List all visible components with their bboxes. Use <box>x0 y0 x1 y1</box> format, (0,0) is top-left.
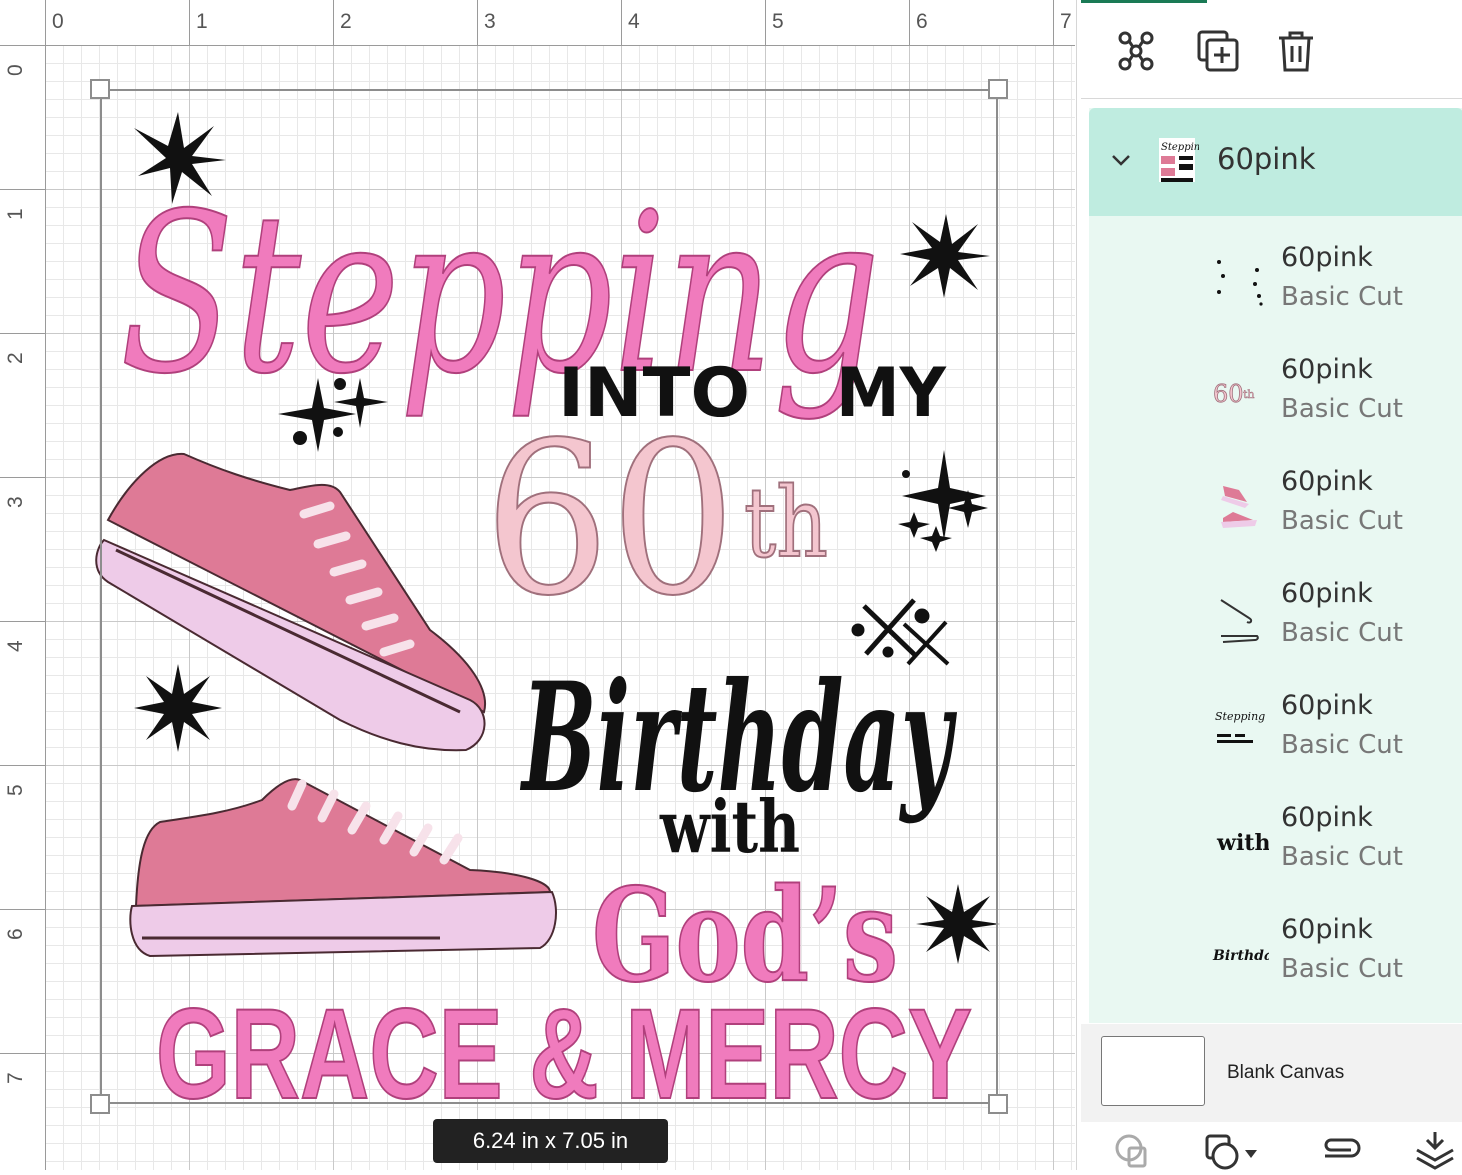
layer-operation: Basic Cut <box>1281 954 1403 984</box>
flatten-button[interactable] <box>1413 1130 1457 1170</box>
combine-icon <box>1205 1134 1257 1170</box>
duplicate-icon <box>1197 30 1239 72</box>
with-thumbnail-text: with <box>1216 830 1269 856</box>
chevron-down-icon[interactable] <box>1109 148 1133 172</box>
blank-canvas-swatch[interactable] <box>1101 1036 1205 1106</box>
svg-text:60: 60 <box>1213 380 1244 408</box>
group-thumbnail-icon: Stepping <box>1159 138 1199 182</box>
duplicate-button[interactable] <box>1195 28 1241 74</box>
resize-handle-bottom-left[interactable] <box>90 1094 110 1114</box>
layer-operation: Basic Cut <box>1281 282 1403 312</box>
combine-button[interactable] <box>1201 1130 1265 1170</box>
delete-button[interactable] <box>1273 28 1319 74</box>
layers-panel: Stepping 60pink 60pink Basic Cut 60 th 6… <box>1076 0 1462 1170</box>
layer-operation: Basic Cut <box>1281 730 1403 760</box>
size-readout: 6.24 in x 7.05 in <box>433 1119 668 1163</box>
attach-button[interactable] <box>1317 1130 1365 1170</box>
layer-operation: Basic Cut <box>1281 506 1403 536</box>
layer-name: 60pink <box>1281 466 1373 497</box>
layer-name: 60pink <box>1281 802 1373 833</box>
layer-name: 60pink <box>1281 914 1373 945</box>
svg-text:Stepping: Stepping <box>1161 142 1199 153</box>
layer-operation: Basic Cut <box>1281 618 1403 648</box>
birthday-thumbnail-icon: Birthday <box>1212 948 1269 964</box>
layer-operation: Basic Cut <box>1281 394 1403 424</box>
shoes-thumbnail-icon <box>1221 486 1257 528</box>
layer-item[interactable]: 60pink Basic Cut <box>1089 226 1462 338</box>
layer-item[interactable]: 60pink Basic Cut <box>1089 562 1462 674</box>
laces-thumbnail-icon <box>1220 599 1259 643</box>
layer-group-row[interactable]: Stepping 60pink <box>1089 108 1462 216</box>
bottom-toolbar <box>1077 1124 1462 1170</box>
resize-handle-top-right[interactable] <box>988 79 1008 99</box>
layers-toolbar <box>1077 18 1462 88</box>
layer-item[interactable]: with 60pink Basic Cut <box>1089 786 1462 898</box>
resize-handle-top-left[interactable] <box>90 79 110 99</box>
delete-icon <box>1279 31 1313 72</box>
flatten-icon <box>1416 1132 1454 1170</box>
layer-item[interactable]: 60pink Basic Cut <box>1089 450 1462 562</box>
blank-canvas-row[interactable]: Blank Canvas <box>1081 1024 1462 1122</box>
resize-handle-bottom-right[interactable] <box>988 1094 1008 1114</box>
layer-item[interactable]: Birthday 60pink Basic Cut <box>1089 898 1462 1010</box>
design-canvas[interactable]: 0 1 2 3 4 5 6 7 0 1 2 3 4 5 6 7 Stepping… <box>0 0 1075 1170</box>
with-thumbnail-icon: with <box>1216 830 1269 856</box>
layer-name: 60pink <box>1281 578 1373 609</box>
slice-button[interactable] <box>1111 1130 1155 1170</box>
layer-name: 60pink <box>1281 690 1373 721</box>
selection-bounding-box[interactable] <box>100 89 998 1104</box>
text-thumbnail-icon: Stepping <box>1215 710 1265 743</box>
svg-text:Stepping: Stepping <box>1215 710 1265 723</box>
layer-group-name: 60pink <box>1217 142 1316 176</box>
layer-name: 60pink <box>1281 354 1373 385</box>
svg-text:Birthday: Birthday <box>1212 948 1269 964</box>
layer-item[interactable]: 60 th 60pink Basic Cut <box>1089 338 1462 450</box>
group-button[interactable] <box>1113 28 1159 74</box>
group-icon <box>1118 31 1154 71</box>
layer-operation: Basic Cut <box>1281 842 1403 872</box>
divider <box>1081 98 1462 99</box>
slice-icon <box>1115 1134 1147 1168</box>
blank-canvas-label: Blank Canvas <box>1227 1062 1345 1083</box>
sixtieth-thumbnail-icon: 60 th <box>1213 380 1255 409</box>
active-tab-indicator <box>1081 0 1207 3</box>
layer-item[interactable]: Stepping 60pink Basic Cut <box>1089 674 1462 786</box>
layer-name: 60pink <box>1281 242 1373 273</box>
layers-list: Stepping 60pink 60pink Basic Cut 60 th 6… <box>1089 108 1462 1023</box>
attach-icon <box>1324 1138 1361 1158</box>
svg-text:th: th <box>1243 388 1255 401</box>
stars-thumbnail-icon <box>1217 260 1263 306</box>
